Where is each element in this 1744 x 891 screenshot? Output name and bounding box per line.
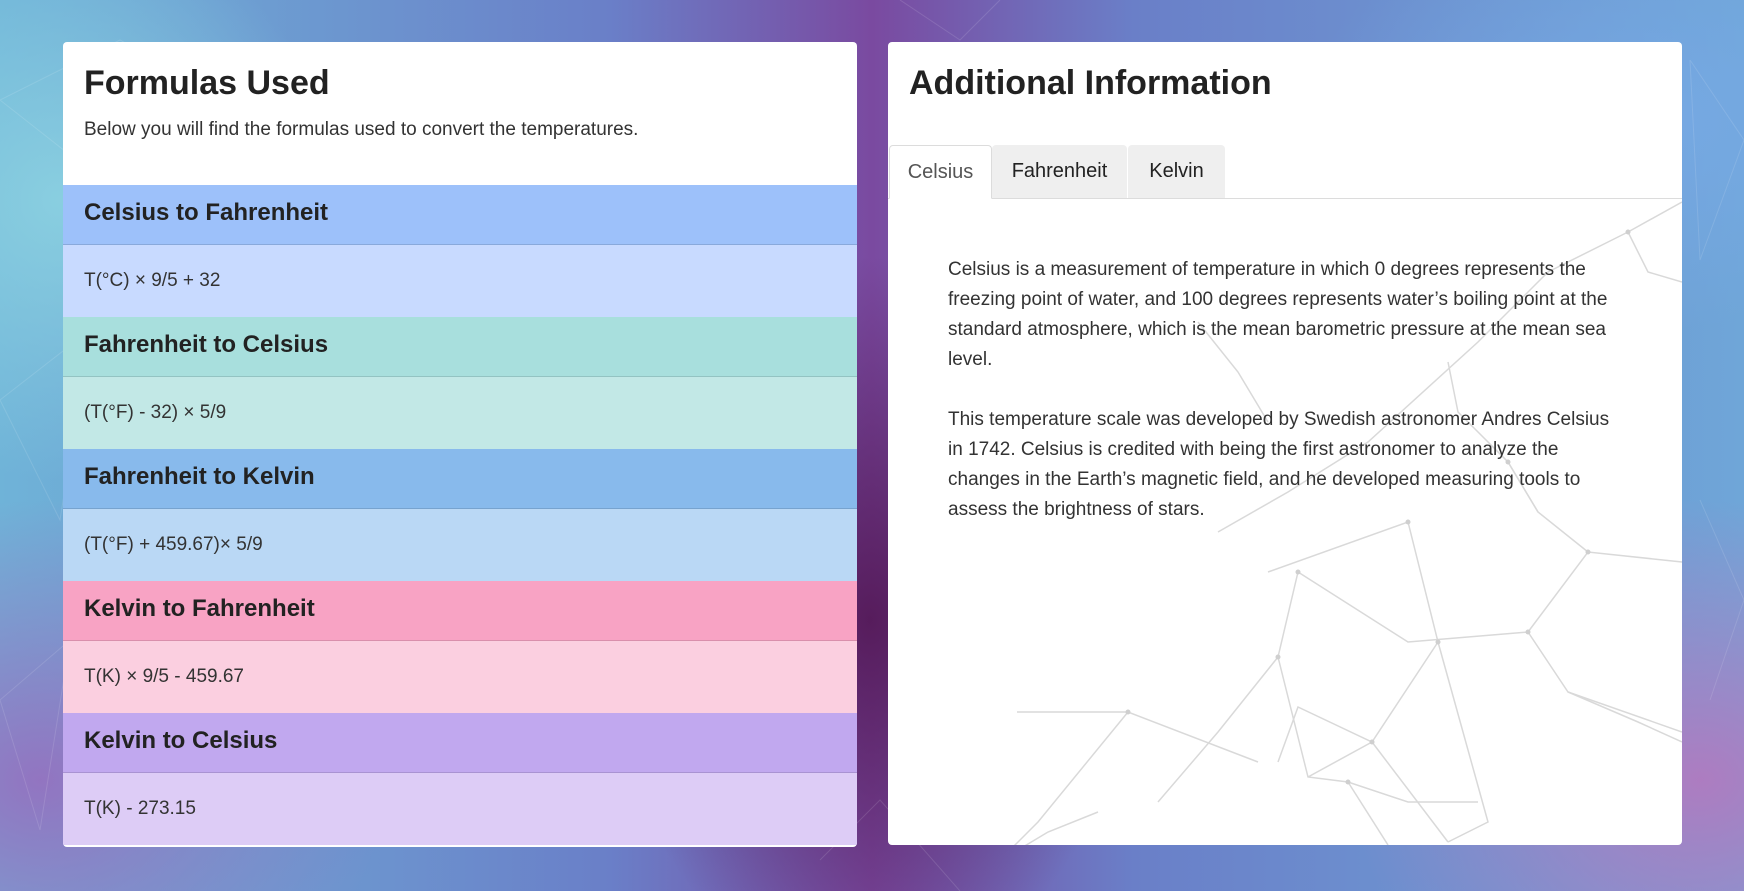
formula-heading-k-to-f: Kelvin to Fahrenheit [63, 581, 857, 641]
tab-fahrenheit[interactable]: Fahrenheit [992, 145, 1127, 198]
formula-heading-f-to-k: Fahrenheit to Kelvin [63, 449, 857, 509]
tab-kelvin[interactable]: Kelvin [1128, 145, 1225, 198]
info-title: Additional Information [909, 64, 1272, 102]
info-paragraph-1: Celsius is a measurement of temperature … [948, 259, 1608, 370]
formula-f-to-c: (T(°F) - 32) × 5/9 [63, 377, 857, 449]
formula-heading-k-to-c: Kelvin to Celsius [63, 713, 857, 773]
formula-c-to-f: T(°C) × 9/5 + 32 [63, 245, 857, 317]
tab-celsius[interactable]: Celsius [889, 145, 992, 199]
formula-k-to-f: T(K) × 9/5 - 459.67 [63, 641, 857, 713]
formulas-title: Formulas Used [84, 64, 330, 102]
info-tabs: Celsius Fahrenheit Kelvin [888, 145, 1682, 199]
formula-heading-f-to-c: Fahrenheit to Celsius [63, 317, 857, 377]
formula-f-to-k: (T(°F) + 459.67)× 5/9 [63, 509, 857, 581]
formulas-panel: Formulas Used Below you will find the fo… [63, 42, 857, 847]
info-panel: Additional Information Celsius Fahrenhei… [888, 42, 1682, 845]
info-paragraph-2: This temperature scale was developed by … [948, 409, 1610, 520]
formula-list: Celsius to Fahrenheit T(°C) × 9/5 + 32 F… [63, 185, 857, 845]
formulas-subtitle: Below you will find the formulas used to… [84, 119, 639, 140]
formula-heading-c-to-f: Celsius to Fahrenheit [63, 185, 857, 245]
formula-k-to-c: T(K) - 273.15 [63, 773, 857, 845]
tab-content-celsius: Celsius is a measurement of temperature … [948, 255, 1628, 555]
